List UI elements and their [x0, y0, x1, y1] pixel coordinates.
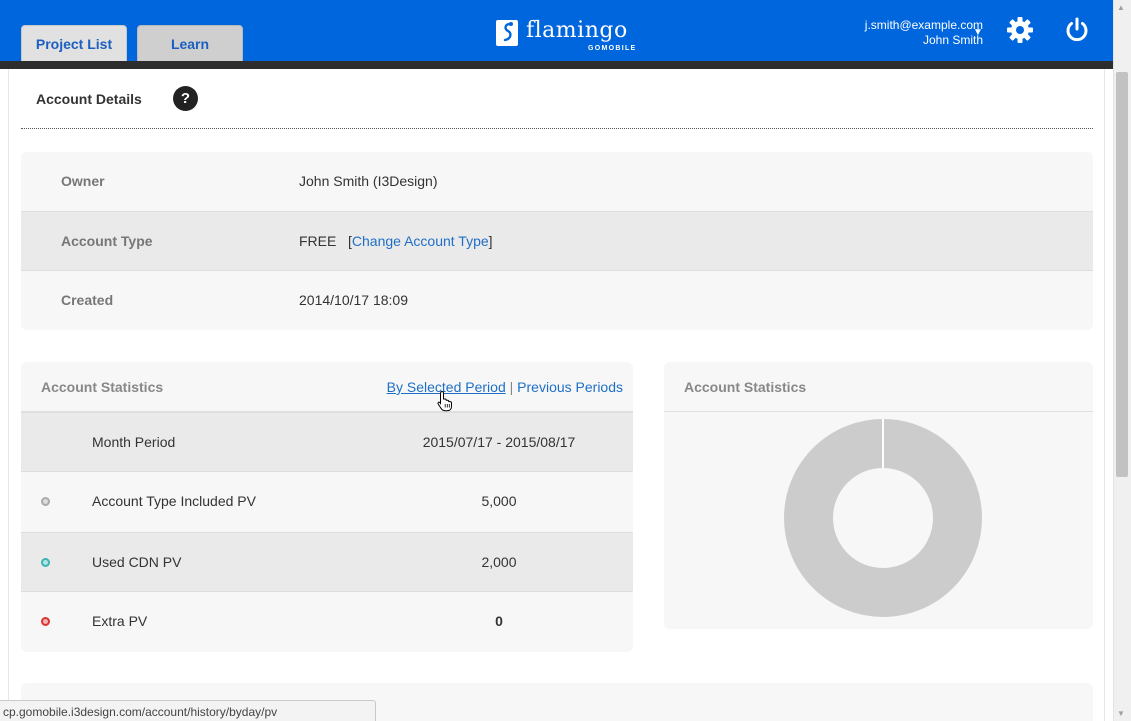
help-icon[interactable]: ? [173, 86, 198, 111]
flamingo-logo[interactable]: flamingo GOMOBILE [494, 17, 635, 55]
logo-wordmark: flamingo [526, 18, 628, 43]
previous-periods-link[interactable]: Previous Periods [517, 379, 623, 395]
statistics-header: Account Statistics By Selected Period | … [21, 362, 633, 412]
period-links: By Selected Period | Previous Periods [387, 379, 623, 395]
stat-row-extra-pv: Extra PV 0 [21, 592, 633, 652]
stat-label: Account Type Included PV [92, 493, 256, 509]
statistics-chart-card: Account Statistics [664, 362, 1093, 629]
account-type-value: FREE [299, 233, 337, 249]
header-divider [0, 61, 1113, 69]
stat-label: Month Period [92, 434, 176, 450]
detail-row-owner: Owner John Smith (I3Design) [21, 152, 1093, 212]
stat-value: 5,000 [481, 493, 517, 509]
detail-label: Owner [61, 173, 105, 189]
stat-value: 0 [495, 613, 503, 629]
scrollbar-thumb[interactable] [1116, 72, 1128, 477]
detail-value: 2014/10/17 18:09 [299, 292, 408, 308]
scroll-down-icon[interactable]: ▼ [1117, 709, 1125, 718]
power-icon[interactable] [1063, 16, 1091, 44]
tab-learn[interactable]: Learn [137, 25, 243, 61]
scroll-up-icon[interactable]: ▲ [1117, 3, 1125, 12]
stat-value: 2,000 [481, 554, 517, 570]
tab-project-list[interactable]: Project List [21, 25, 127, 61]
detail-label: Created [61, 292, 114, 308]
stat-label: Extra PV [92, 613, 148, 629]
legend-bullet-icon [41, 558, 50, 567]
stat-value: 2015/07/17 - 2015/08/17 [422, 434, 576, 450]
gear-icon[interactable] [1006, 16, 1034, 44]
detail-row-account-type: Account Type FREE [Change Account Type] [21, 211, 1093, 271]
hand-cursor-icon [437, 390, 452, 412]
user-email[interactable]: j.smith@example.com [865, 18, 983, 32]
browser-status-bar: cp.gomobile.i3design.com/account/history… [0, 700, 376, 721]
stat-row-used-cdn-pv: Used CDN PV 2,000 [21, 532, 633, 592]
link-separator: | [509, 379, 514, 395]
chart-header: Account Statistics [664, 362, 1093, 412]
statistics-title: Account Statistics [41, 379, 164, 395]
chart-title: Account Statistics [684, 379, 807, 395]
page-title: Account Details [36, 91, 142, 107]
account-statistics-card: Account Statistics By Selected Period | … [21, 362, 633, 652]
stat-row-month-period: Month Period 2015/07/17 - 2015/08/17 [21, 412, 633, 472]
donut-chart [784, 419, 982, 617]
detail-label: Account Type [61, 233, 153, 249]
flamingo-logo-icon [496, 20, 518, 46]
stat-row-included-pv: Account Type Included PV 5,000 [21, 472, 633, 532]
section-divider [21, 128, 1093, 129]
legend-bullet-icon [41, 617, 50, 626]
legend-bullet-icon [41, 497, 50, 506]
bracket-close: ] [488, 233, 493, 249]
account-details-card: Owner John Smith (I3Design) Account Type… [21, 152, 1093, 330]
stat-label: Used CDN PV [92, 554, 182, 570]
change-account-type-link[interactable]: Change Account Type [352, 233, 489, 249]
logo-subtitle: GOMOBILE [588, 45, 637, 52]
detail-value: FREE [Change Account Type] [299, 233, 493, 249]
chevron-down-icon[interactable]: ▼ [973, 27, 983, 38]
detail-value: John Smith (I3Design) [299, 173, 438, 189]
detail-row-created: Created 2014/10/17 18:09 [21, 271, 1093, 330]
